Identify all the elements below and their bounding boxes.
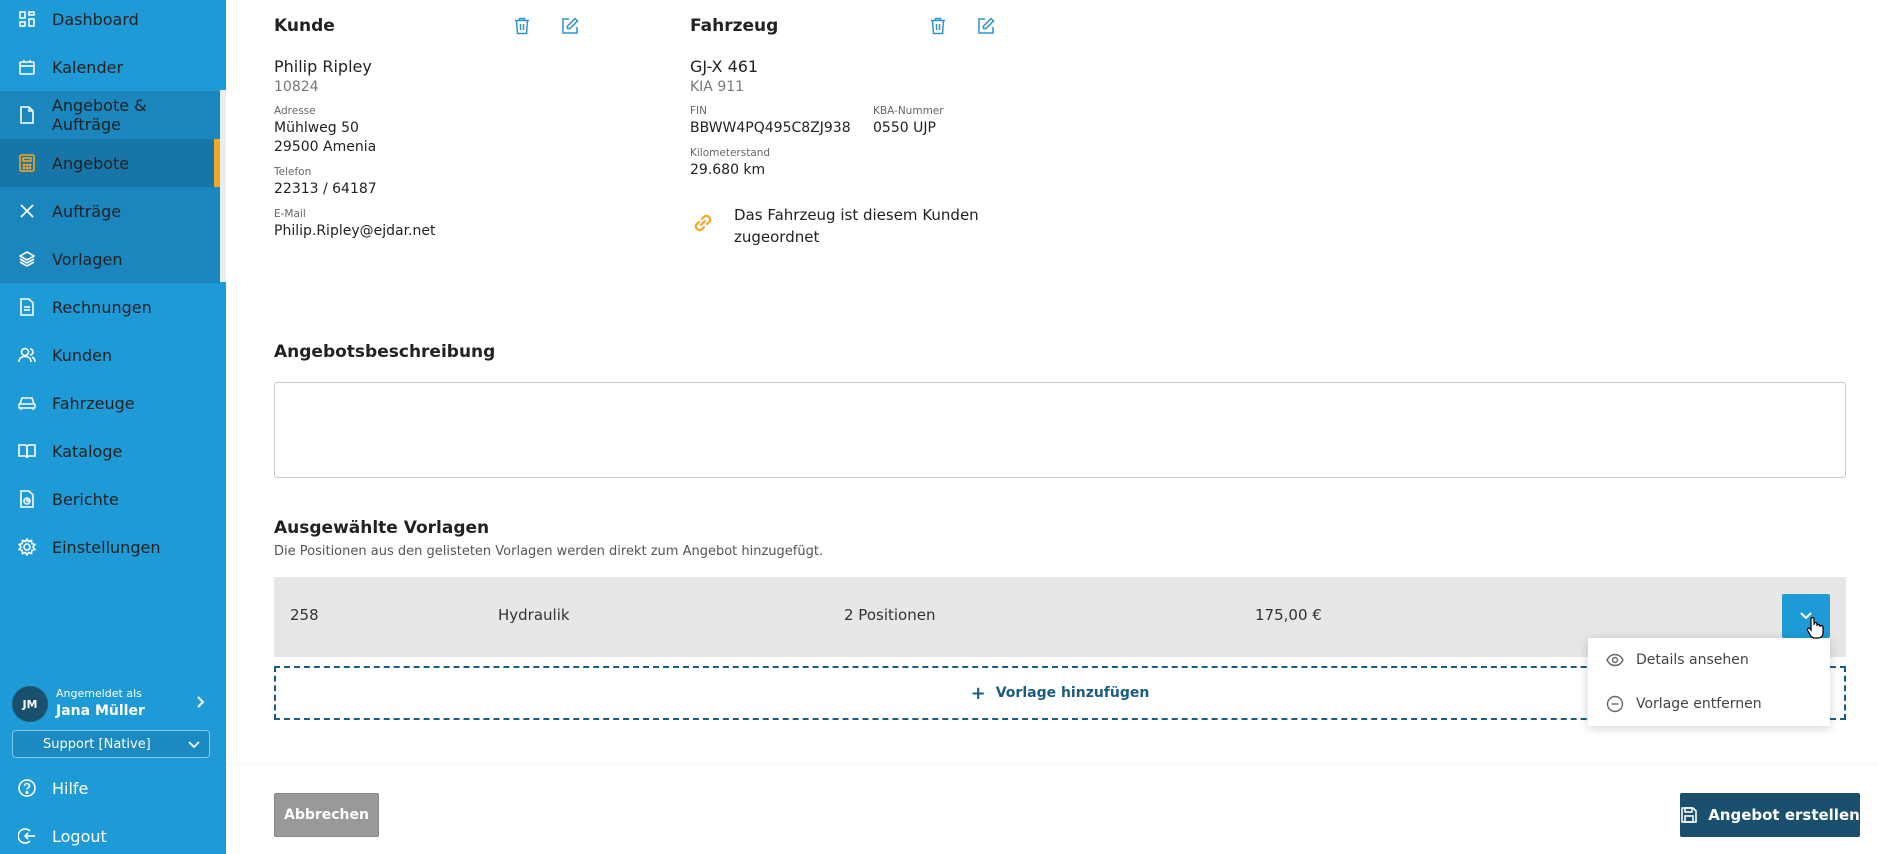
minus-circle-icon: [1606, 695, 1624, 713]
sidebar-item-rechnungen[interactable]: Rechnungen: [0, 283, 220, 331]
tools-icon: [18, 202, 36, 220]
layers-icon: [18, 250, 36, 268]
edit-icon[interactable]: [976, 16, 996, 36]
plus-icon: +: [970, 682, 986, 704]
sidebar-item-dashboard[interactable]: Dashboard: [0, 0, 220, 43]
sidebar-item-angebote-auftraege[interactable]: Angebote & Aufträge: [0, 91, 220, 139]
chevron-down-icon: [187, 737, 201, 751]
link-icon: [690, 210, 716, 236]
kba-label: KBA-Nummer: [873, 105, 944, 117]
customer-name: Philip Ripley: [274, 57, 372, 76]
template-actions-menu: Details ansehen Vorlage entfernen: [1588, 638, 1830, 726]
menu-item-label: Details ansehen: [1636, 652, 1749, 668]
sidebar-item-label: Dashboard: [52, 9, 139, 29]
sidebar-item-label: Hilfe: [52, 778, 89, 798]
create-offer-button[interactable]: Angebot erstellen: [1680, 793, 1860, 837]
support-select-value: Support [Native]: [43, 736, 151, 752]
report-icon: [18, 490, 36, 508]
sidebar-item-vorlagen[interactable]: Vorlagen: [0, 235, 220, 283]
sidebar-item-label: Berichte: [52, 489, 119, 509]
sidebar-item-label: Kunden: [52, 345, 113, 365]
help-icon: [18, 779, 36, 797]
trash-icon[interactable]: [928, 16, 948, 36]
document-icon: [18, 106, 36, 124]
cancel-button[interactable]: Abbrechen: [274, 793, 379, 837]
templates-title: Ausgewählte Vorlagen: [274, 518, 490, 538]
sidebar-item-auftraege[interactable]: Aufträge: [0, 187, 220, 235]
sidebar-item-label: Aufträge: [52, 201, 122, 221]
vehicle-link-text-2: zugeordnet: [734, 228, 820, 246]
sidebar-item-label: Angebote: [52, 153, 130, 173]
description-textarea[interactable]: [274, 382, 1846, 478]
sidebar-item-label: Einstellungen: [52, 537, 161, 557]
vehicle-model: KIA 911: [690, 79, 745, 95]
customer-email: Philip.Ripley@ejdar.net: [274, 223, 436, 239]
template-price: 175,00 €: [1255, 606, 1322, 624]
sidebar-item-kataloge[interactable]: Kataloge: [0, 427, 220, 475]
mileage-label: Kilometerstand: [690, 147, 771, 159]
fin-label: FIN: [690, 105, 707, 117]
customer-number: 10824: [274, 79, 319, 95]
edit-icon[interactable]: [560, 16, 580, 36]
logout-icon: [18, 827, 36, 845]
sidebar-item-hilfe[interactable]: Hilfe: [0, 764, 220, 812]
create-offer-label: Angebot erstellen: [1708, 806, 1860, 824]
email-label: E-Mail: [274, 208, 306, 220]
address-label: Adresse: [274, 105, 316, 117]
sidebar-item-label: Fahrzeuge: [52, 393, 135, 413]
support-select[interactable]: Support [Native]: [12, 730, 210, 758]
vehicle-mileage: 29.680 km: [690, 162, 766, 178]
sidebar-item-angebote[interactable]: Angebote: [0, 139, 220, 187]
template-positions: 2 Positionen: [844, 606, 936, 624]
calculator-icon: [18, 154, 36, 172]
add-template-label: Vorlage hinzufügen: [995, 685, 1150, 701]
save-icon: [1680, 806, 1698, 824]
menu-item-remove[interactable]: Vorlage entfernen: [1588, 684, 1830, 724]
template-number: 258: [290, 606, 319, 624]
car-icon: [18, 394, 36, 412]
sidebar-item-kunden[interactable]: Kunden: [0, 331, 220, 379]
vehicle-link-text-1: Das Fahrzeug ist diesem Kunden: [734, 206, 979, 224]
vehicle-title: Fahrzeug: [690, 16, 779, 36]
trash-icon[interactable]: [512, 16, 532, 36]
sidebar-item-label: Vorlagen: [52, 249, 123, 269]
sidebar-item-label: Kataloge: [52, 441, 123, 461]
calendar-icon: [18, 58, 36, 76]
sidebar-item-label: Angebote & Aufträge: [51, 96, 147, 134]
menu-item-label: Vorlage entfernen: [1636, 696, 1762, 712]
customer-city: 29500 Amenia: [274, 139, 377, 155]
phone-label: Telefon: [274, 166, 312, 178]
eye-icon: [1606, 651, 1624, 669]
users-icon: [18, 346, 36, 364]
footer-bar: [226, 766, 1878, 854]
sidebar-item-label: Kalender: [52, 57, 124, 77]
user-name[interactable]: Jana Müller: [56, 703, 145, 719]
vehicle-plate: GJ-X 461: [690, 57, 759, 76]
sidebar-item-label: Logout: [52, 826, 107, 846]
vehicle-fin: BBWW4PQ495C8ZJ938: [690, 120, 851, 136]
sidebar-item-label: Rechnungen: [52, 297, 152, 317]
hand-cursor-icon: [1806, 616, 1824, 640]
dashboard-icon: [18, 10, 36, 28]
sidebar-item-einstellungen[interactable]: Einstellungen: [0, 523, 220, 571]
vehicle-kba: 0550 UJP: [873, 120, 936, 136]
description-title: Angebotsbeschreibung: [274, 342, 496, 362]
sidebar-item-fahrzeuge[interactable]: Fahrzeuge: [0, 379, 220, 427]
book-icon: [18, 442, 36, 460]
sidebar-item-logout[interactable]: Logout: [0, 812, 220, 854]
customer-phone: 22313 / 64187: [274, 181, 377, 197]
chevron-right-icon[interactable]: [192, 694, 208, 710]
invoice-icon: [18, 298, 36, 316]
customer-street: Mühlweg 50: [274, 120, 359, 136]
sidebar-item-kalender[interactable]: Kalender: [0, 43, 220, 91]
user-label: Angemeldet als: [56, 687, 142, 700]
templates-subtitle: Die Positionen aus den gelisteten Vorlag…: [274, 544, 824, 559]
template-name: Hydraulik: [498, 606, 570, 624]
menu-item-details[interactable]: Details ansehen: [1588, 640, 1830, 680]
avatar[interactable]: JM: [12, 686, 48, 722]
sidebar-scrollbar[interactable]: [220, 90, 226, 282]
sidebar-item-berichte[interactable]: Berichte: [0, 475, 220, 523]
gear-icon: [18, 538, 36, 556]
customer-title: Kunde: [274, 16, 335, 36]
